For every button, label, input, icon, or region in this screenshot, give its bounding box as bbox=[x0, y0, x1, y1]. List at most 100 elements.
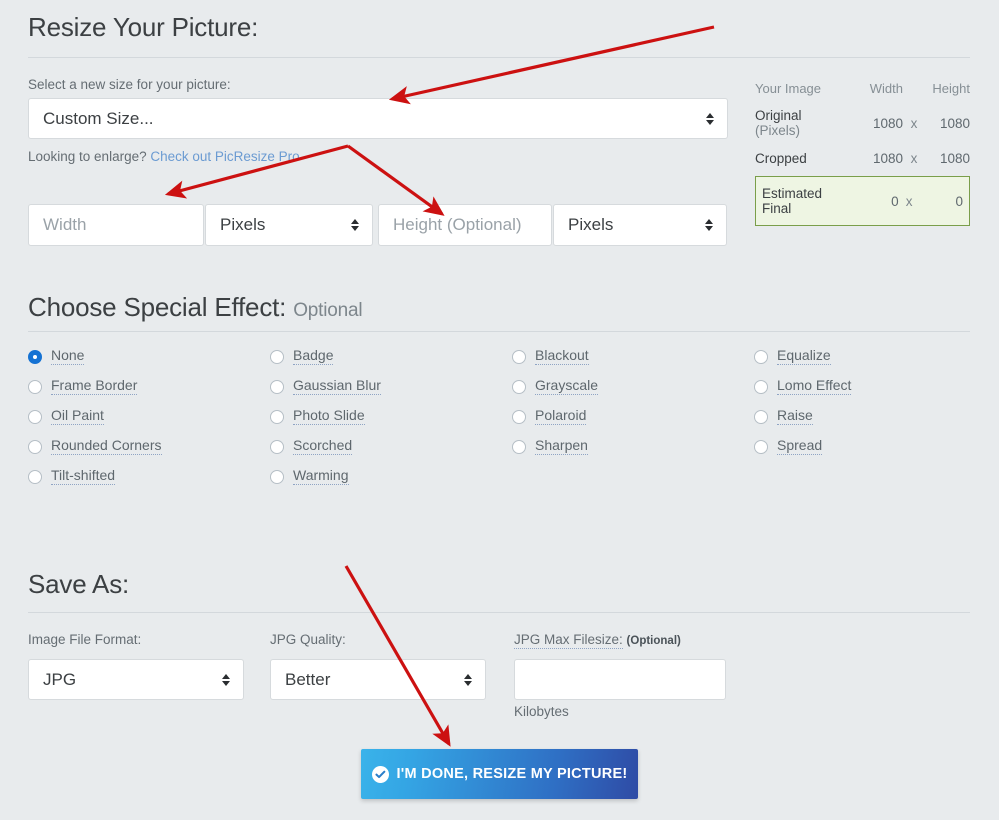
table-row: Cropped 1080 x 1080 bbox=[755, 146, 970, 170]
resize-submit-button[interactable]: I'M DONE, RESIZE MY PICTURE! bbox=[361, 749, 638, 799]
effect-option-equalize[interactable]: Equalize bbox=[754, 348, 974, 365]
estimated-final-box: Estimated Final 0 x 0 bbox=[755, 176, 970, 226]
effects-section-title: Choose Special Effect: Optional bbox=[28, 292, 363, 323]
effect-label: Equalize bbox=[777, 347, 831, 365]
radio-icon[interactable] bbox=[270, 349, 284, 364]
max-filesize-label: JPG Max Filesize: bbox=[514, 632, 623, 649]
effect-option-spread[interactable]: Spread bbox=[754, 438, 974, 455]
height-unit-select[interactable]: Pixels bbox=[553, 204, 727, 246]
radio-icon[interactable] bbox=[270, 469, 284, 484]
quality-select[interactable]: Better bbox=[270, 659, 486, 700]
effect-option-photo-slide[interactable]: Photo Slide bbox=[270, 408, 512, 425]
radio-icon[interactable] bbox=[28, 439, 42, 454]
row-label-original: Original bbox=[755, 108, 802, 123]
resize-divider bbox=[28, 57, 970, 58]
height-unit-value: Pixels bbox=[568, 215, 614, 234]
effect-option-polaroid[interactable]: Polaroid bbox=[512, 408, 754, 425]
radio-icon[interactable] bbox=[28, 379, 42, 394]
row-label-cropped: Cropped bbox=[755, 150, 807, 166]
effect-label: Rounded Corners bbox=[51, 437, 162, 455]
annotation-arrow-1 bbox=[388, 25, 715, 105]
effect-label: Spread bbox=[777, 437, 823, 455]
max-filesize-input[interactable] bbox=[514, 659, 726, 700]
effect-label: Photo Slide bbox=[293, 407, 365, 425]
estimated-width: 0 bbox=[891, 193, 899, 209]
estimated-height: 0 bbox=[955, 193, 964, 209]
effect-label: Raise bbox=[777, 407, 813, 425]
height-input[interactable]: Height (Optional) bbox=[378, 204, 552, 246]
row-sublabel-estimated: Final bbox=[762, 201, 792, 216]
effect-label: Gaussian Blur bbox=[293, 377, 381, 395]
radio-icon[interactable] bbox=[28, 409, 42, 424]
width-input-placeholder: Width bbox=[43, 215, 87, 234]
effect-option-blackout[interactable]: Blackout bbox=[512, 348, 754, 365]
picresize-page: Resize Your Picture: Select a new size f… bbox=[0, 0, 999, 820]
effect-option-none[interactable]: None bbox=[28, 348, 270, 365]
size-select[interactable]: Custom Size... bbox=[28, 98, 728, 139]
quality-label: JPG Quality: bbox=[270, 632, 346, 647]
radio-icon[interactable] bbox=[270, 409, 284, 424]
picresize-pro-link[interactable]: Check out PicResize Pro bbox=[150, 149, 299, 164]
radio-icon[interactable] bbox=[28, 349, 42, 364]
radio-icon[interactable] bbox=[754, 439, 768, 454]
chevron-updown-icon bbox=[705, 111, 714, 127]
row-label-estimated: Estimated bbox=[762, 186, 823, 201]
effect-option-scorched[interactable]: Scorched bbox=[270, 438, 512, 455]
enlarge-hint-text: Looking to enlarge? bbox=[28, 149, 147, 164]
table-row: Original (Pixels) 1080 x 1080 bbox=[755, 104, 970, 142]
effect-option-grayscale[interactable]: Grayscale bbox=[512, 378, 754, 395]
format-label: Image File Format: bbox=[28, 632, 142, 647]
format-select[interactable]: JPG bbox=[28, 659, 244, 700]
effect-label: Badge bbox=[293, 347, 334, 365]
effects-divider bbox=[28, 331, 970, 332]
radio-icon[interactable] bbox=[512, 409, 526, 424]
radio-icon[interactable] bbox=[28, 469, 42, 484]
width-unit-select[interactable]: Pixels bbox=[205, 204, 373, 246]
effects-title-text: Choose Special Effect: bbox=[28, 292, 287, 322]
radio-icon[interactable] bbox=[754, 379, 768, 394]
col-header-height: Height bbox=[932, 80, 970, 96]
quality-value: Better bbox=[285, 669, 331, 689]
chevron-updown-icon bbox=[221, 672, 230, 688]
radio-icon[interactable] bbox=[512, 349, 526, 364]
effects-title-optional: Optional bbox=[293, 300, 363, 321]
original-width: 1080 bbox=[872, 115, 903, 131]
effect-option-gaussian-blur[interactable]: Gaussian Blur bbox=[270, 378, 512, 395]
radio-icon[interactable] bbox=[754, 409, 768, 424]
col-header-width: Width bbox=[869, 80, 903, 96]
effect-option-raise[interactable]: Raise bbox=[754, 408, 974, 425]
size-select-value: Custom Size... bbox=[43, 108, 154, 128]
effect-label: Scorched bbox=[293, 437, 353, 455]
table-header-row: Your Image Width Height bbox=[755, 78, 970, 98]
radio-icon[interactable] bbox=[270, 379, 284, 394]
radio-icon[interactable] bbox=[754, 349, 768, 364]
cropped-height: 1080 bbox=[939, 150, 970, 166]
max-filesize-optional: (Optional) bbox=[626, 635, 681, 647]
effect-option-warming[interactable]: Warming bbox=[270, 468, 512, 485]
x-symbol: x bbox=[905, 193, 913, 209]
radio-icon[interactable] bbox=[512, 439, 526, 454]
effect-label: Blackout bbox=[535, 347, 589, 365]
effect-label: Oil Paint bbox=[51, 407, 104, 425]
x-symbol: x bbox=[910, 150, 918, 166]
effects-radio-grid: None Badge Blackout Equalize Frame Borde… bbox=[28, 348, 973, 485]
radio-icon[interactable] bbox=[512, 379, 526, 394]
original-height: 1080 bbox=[939, 115, 970, 131]
size-select-label: Select a new size for your picture: bbox=[28, 77, 231, 92]
effect-label: Lomo Effect bbox=[777, 377, 852, 395]
effect-option-badge[interactable]: Badge bbox=[270, 348, 512, 365]
chevron-updown-icon bbox=[704, 217, 713, 233]
effect-option-lomo-effect[interactable]: Lomo Effect bbox=[754, 378, 974, 395]
effect-option-tilt-shifted[interactable]: Tilt-shifted bbox=[28, 468, 270, 485]
effect-option-frame-border[interactable]: Frame Border bbox=[28, 378, 270, 395]
effect-label: Polaroid bbox=[535, 407, 587, 425]
effect-label: Frame Border bbox=[51, 377, 138, 395]
radio-icon[interactable] bbox=[270, 439, 284, 454]
effect-option-rounded-corners[interactable]: Rounded Corners bbox=[28, 438, 270, 455]
effect-option-oil-paint[interactable]: Oil Paint bbox=[28, 408, 270, 425]
kilobytes-label: Kilobytes bbox=[514, 704, 569, 719]
effect-label: Tilt-shifted bbox=[51, 467, 116, 485]
width-input[interactable]: Width bbox=[28, 204, 204, 246]
effect-option-sharpen[interactable]: Sharpen bbox=[512, 438, 754, 455]
image-size-table: Your Image Width Height Original (Pixels… bbox=[755, 78, 970, 226]
